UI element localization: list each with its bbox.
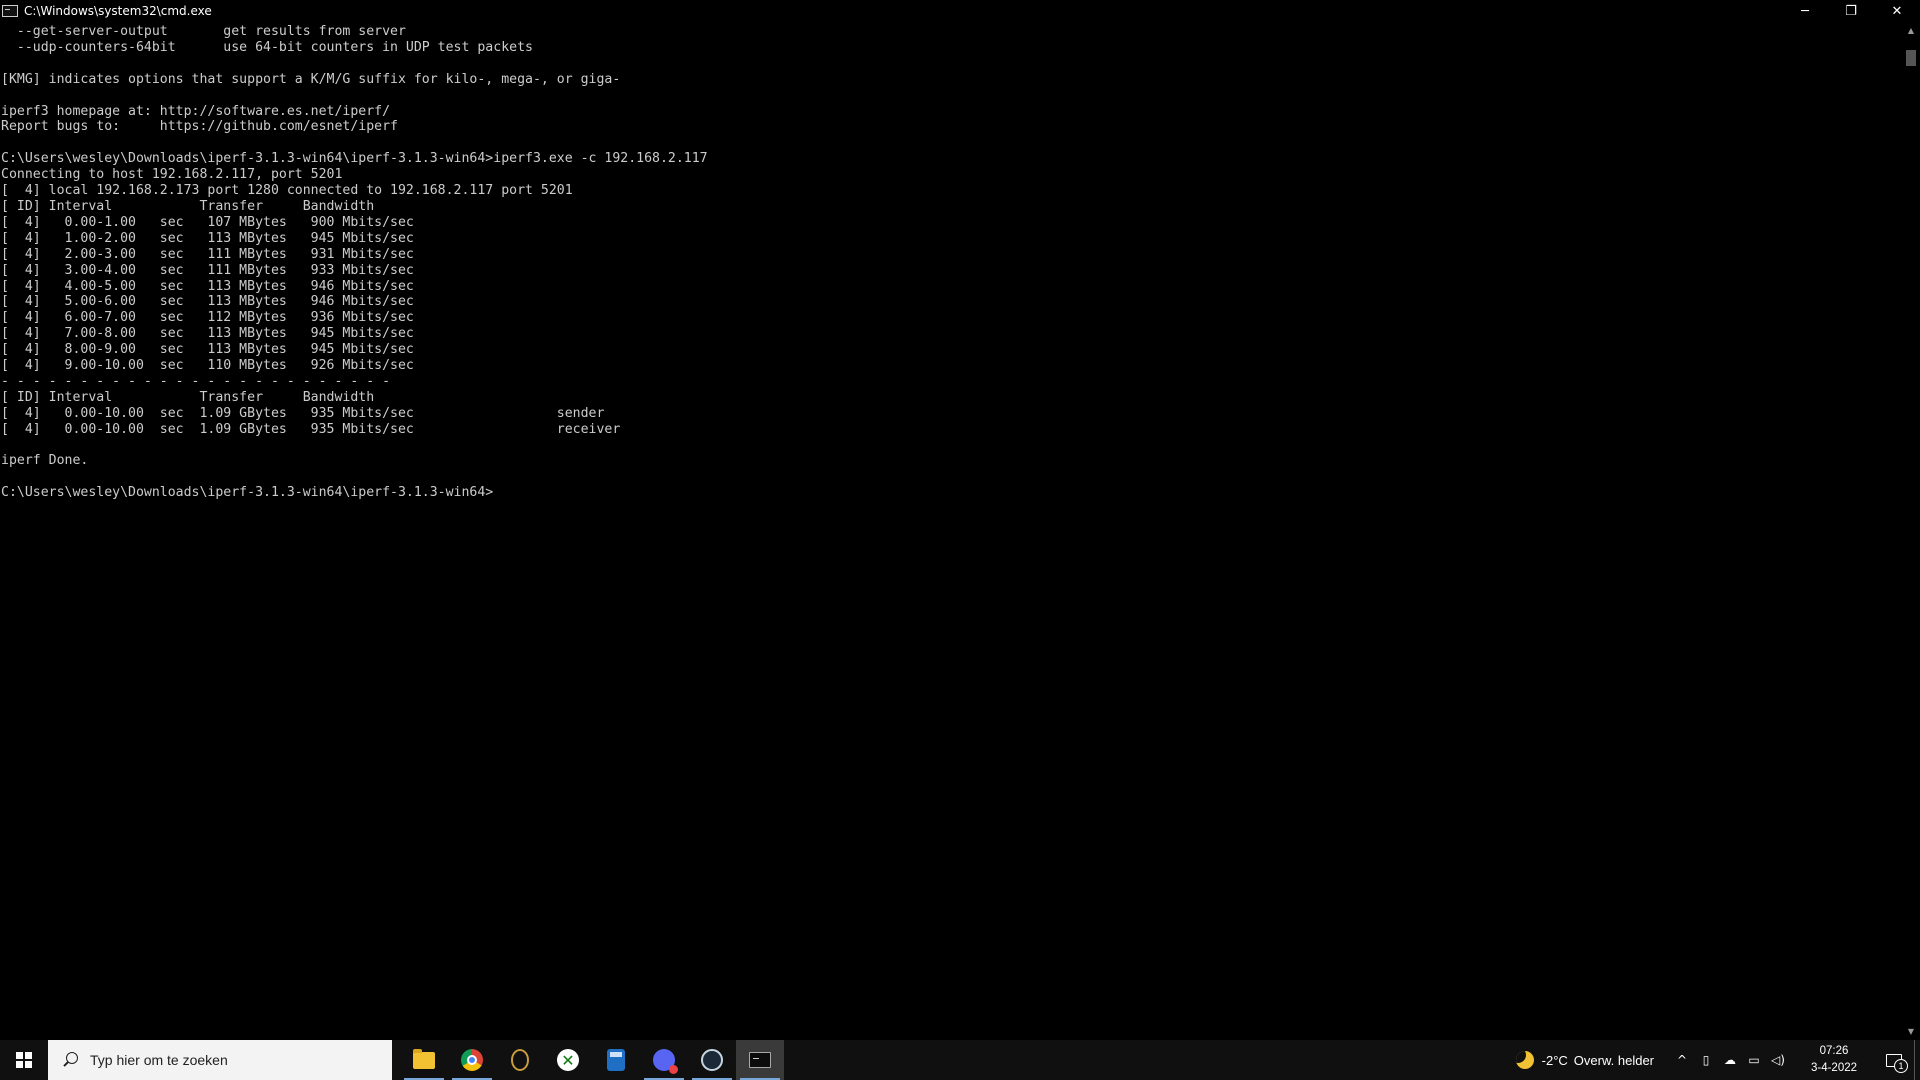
window-title: C:\Windows\system32\cmd.exe: [24, 4, 212, 18]
taskbar-app-discord[interactable]: [640, 1040, 688, 1080]
cmd-icon: [749, 1052, 771, 1068]
steam-icon: [701, 1049, 723, 1071]
scroll-down-arrow-icon[interactable]: ▼: [1902, 1023, 1920, 1040]
taskbar-app-league-of-legends[interactable]: [496, 1040, 544, 1080]
calculator-icon: [607, 1049, 625, 1071]
weather-description: Overw. helder: [1573, 1052, 1654, 1068]
cmd-window-icon[interactable]: [2, 5, 18, 17]
file-explorer-icon: [413, 1048, 435, 1069]
taskbar-pinned-apps: [400, 1040, 784, 1080]
search-icon: [62, 1052, 78, 1068]
notification-count-badge: 1: [1894, 1059, 1908, 1073]
window-controls: ─ ❐ ✕: [1782, 0, 1920, 22]
clock-date: 3-4-2022: [1810, 1062, 1858, 1074]
weather-widget[interactable]: -2°C Overw. helder: [1515, 1051, 1654, 1069]
taskbar-app-chrome[interactable]: [448, 1040, 496, 1080]
volume-icon[interactable]: ◁): [1766, 1040, 1790, 1080]
restore-button[interactable]: ❐: [1828, 0, 1874, 22]
taskbar: Typ hier om te zoeken -2°C Overw. helder…: [0, 1040, 1920, 1080]
search-placeholder: Typ hier om te zoeken: [90, 1052, 228, 1068]
system-tray: -2°C Overw. helder ^ ▯ ☁ ▭ ◁) 07:26 3-4-…: [1515, 1040, 1920, 1080]
xbox-icon: [557, 1049, 579, 1071]
close-button[interactable]: ✕: [1874, 0, 1920, 22]
console-output[interactable]: --get-server-output get results from ser…: [0, 22, 1902, 1040]
clock-time: 07:26: [1819, 1045, 1849, 1057]
league-of-legends-icon: [511, 1049, 529, 1071]
taskbar-app-steam[interactable]: [688, 1040, 736, 1080]
console-text: --get-server-output get results from ser…: [1, 24, 708, 501]
network-icon[interactable]: ▭: [1742, 1040, 1766, 1080]
taskbar-app-calculator[interactable]: [592, 1040, 640, 1080]
taskbar-app-file-explorer[interactable]: [400, 1040, 448, 1080]
scrollbar-thumb[interactable]: [1906, 50, 1916, 66]
chrome-icon: [461, 1049, 483, 1071]
onedrive-cloud-icon[interactable]: ☁: [1718, 1040, 1742, 1080]
vertical-scrollbar[interactable]: ▲ ▼: [1902, 22, 1920, 1040]
weather-temperature: -2°C: [1541, 1052, 1568, 1068]
windows-logo-icon: [16, 1052, 32, 1068]
taskbar-search-box[interactable]: Typ hier om te zoeken: [48, 1040, 392, 1080]
weather-moon-icon: [1515, 1051, 1534, 1069]
show-desktop-button[interactable]: [1914, 1040, 1920, 1080]
taskbar-clock[interactable]: 07:26 3-4-2022: [1794, 1043, 1874, 1077]
device-icon[interactable]: ▯: [1694, 1040, 1718, 1080]
minimize-button[interactable]: ─: [1782, 0, 1828, 22]
show-hidden-icons-chevron-icon[interactable]: ^: [1670, 1040, 1694, 1080]
scroll-up-arrow-icon[interactable]: ▲: [1902, 22, 1920, 39]
action-center-button[interactable]: 1: [1874, 1040, 1914, 1080]
taskbar-app-cmd[interactable]: [736, 1040, 784, 1080]
discord-icon: [653, 1049, 678, 1074]
start-button[interactable]: [0, 1040, 48, 1080]
window-titlebar[interactable]: C:\Windows\system32\cmd.exe ─ ❐ ✕: [0, 0, 1920, 22]
taskbar-app-xbox[interactable]: [544, 1040, 592, 1080]
